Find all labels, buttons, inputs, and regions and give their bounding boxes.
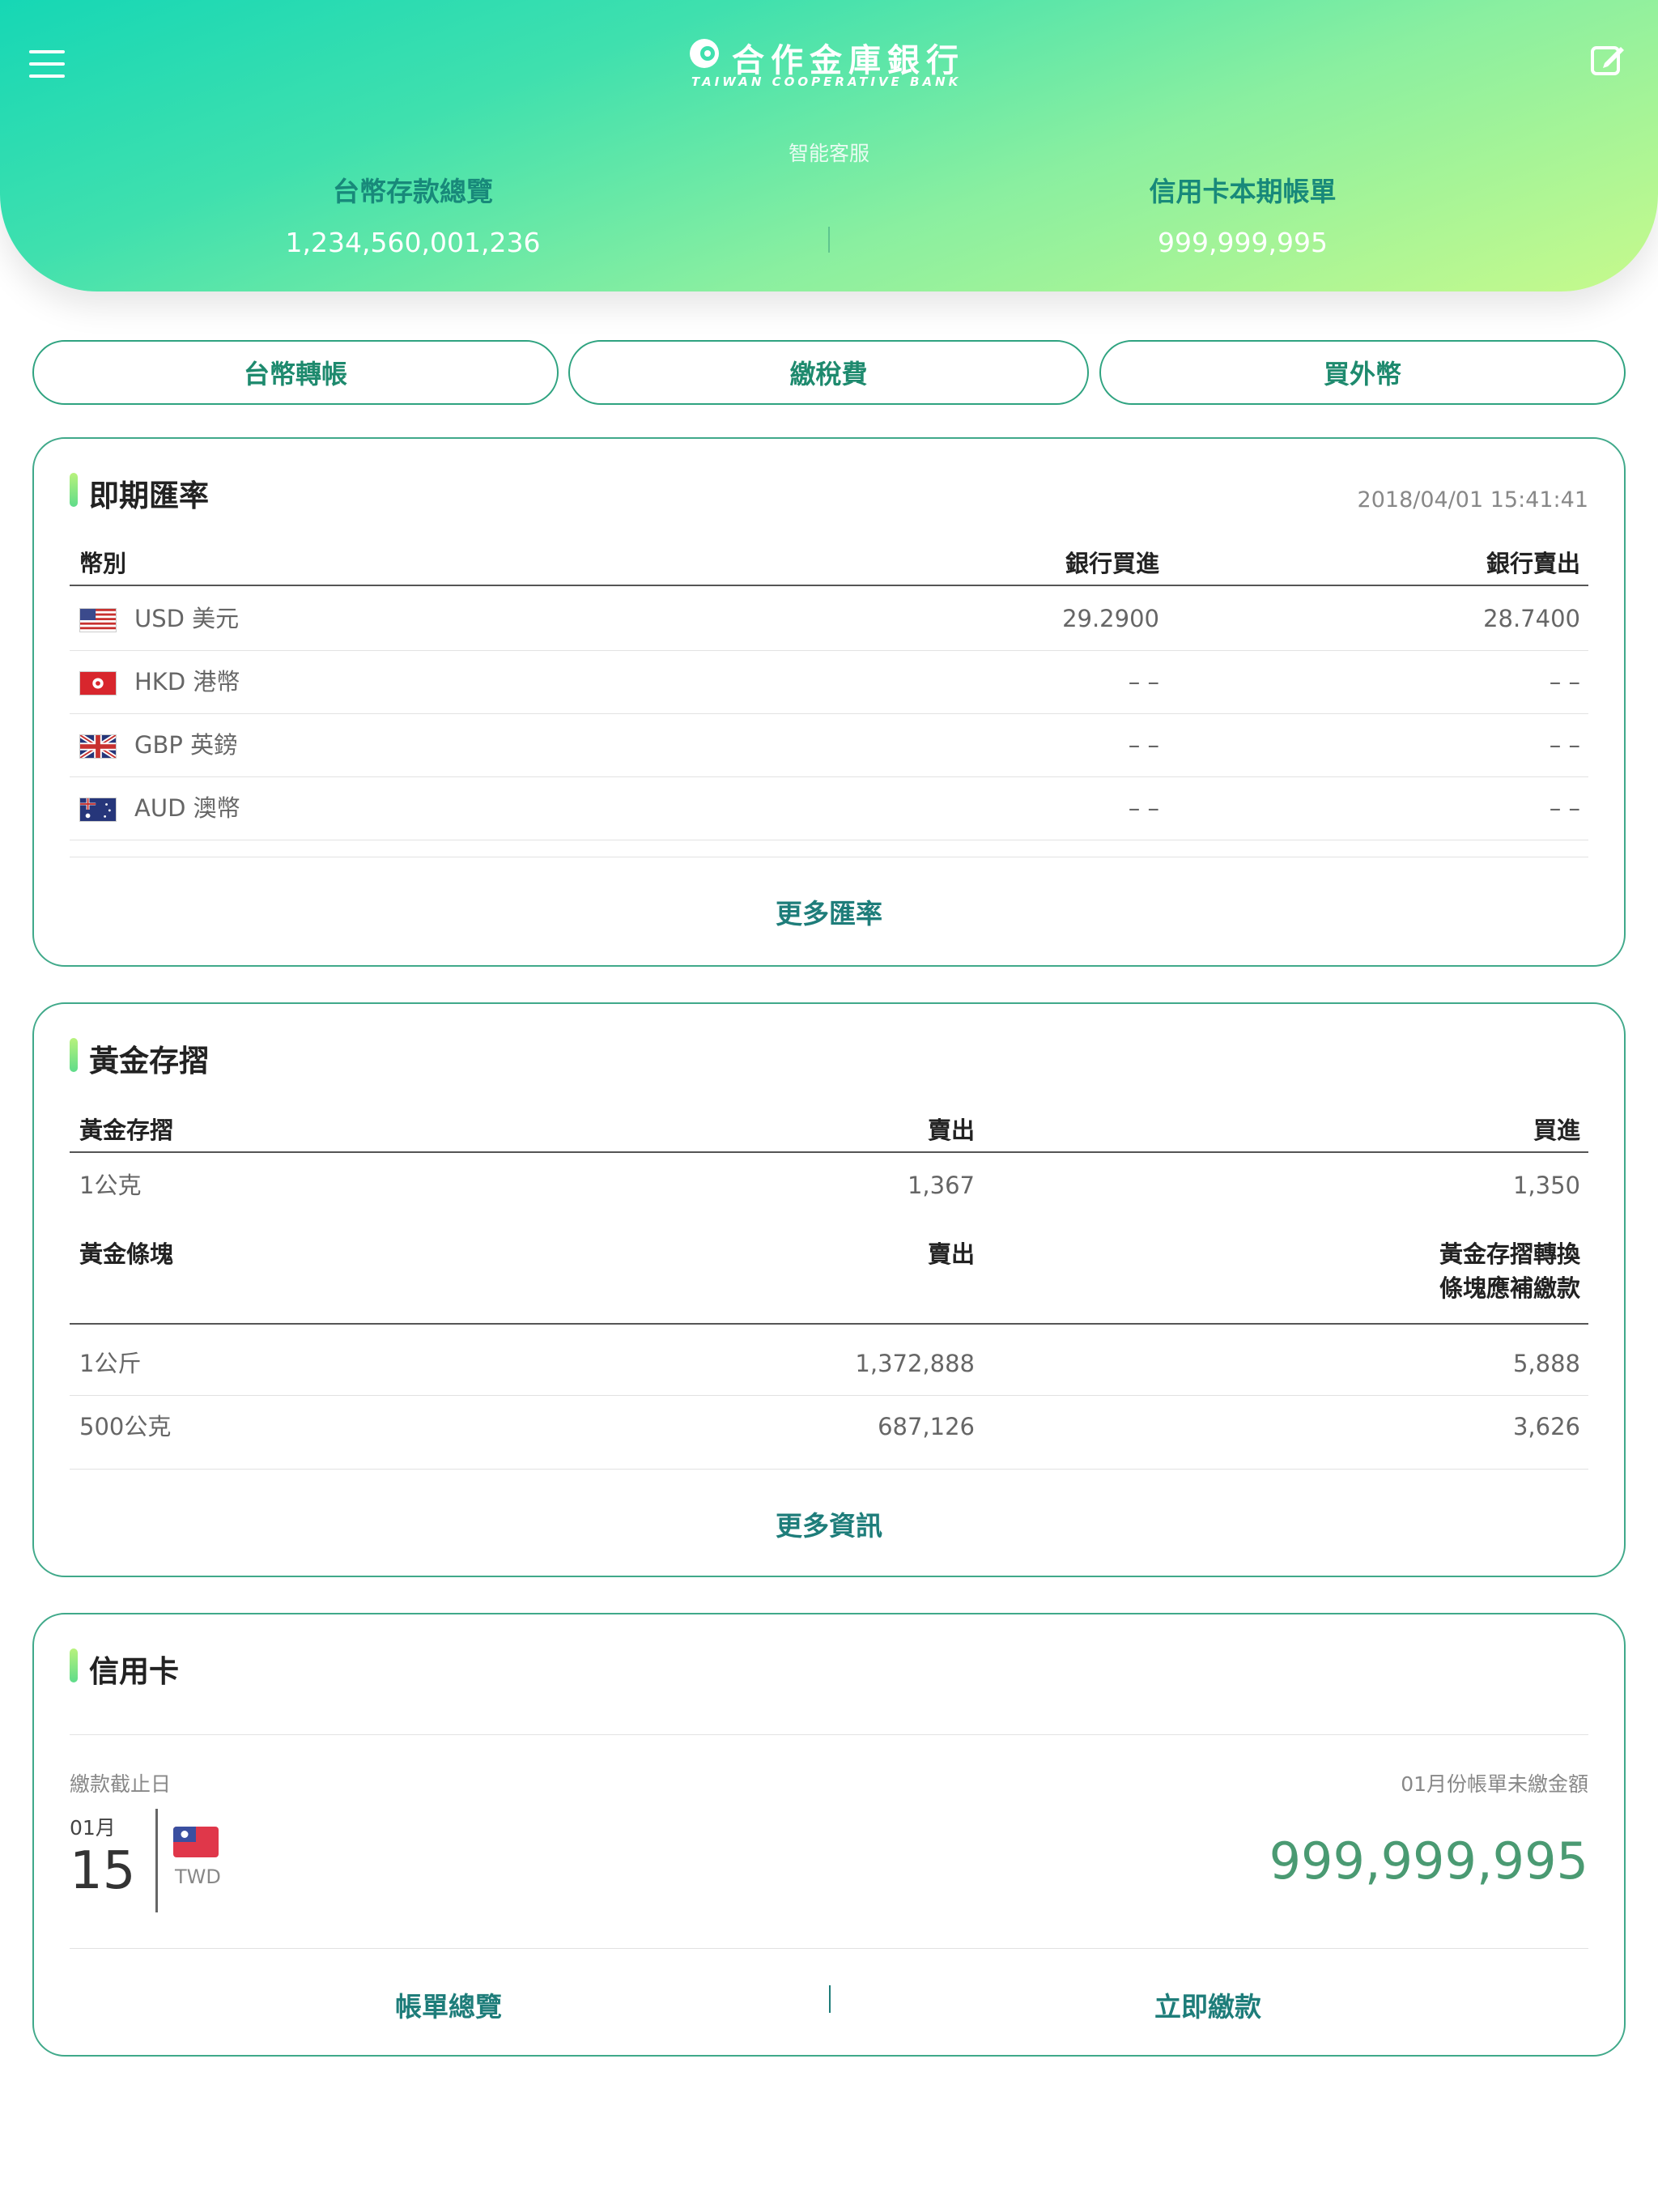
credit-bill-value: 999,999,995 — [1158, 227, 1328, 258]
divider — [70, 1469, 1588, 1470]
credit-card-title: 信用卡 — [70, 1647, 179, 1691]
table-row[interactable]: AUD 澳幣 – – – – — [70, 777, 1588, 840]
bank-buy-column-header: 銀行買進 — [1065, 550, 1159, 577]
table-row[interactable]: GBP 英鎊 – – – – — [70, 714, 1588, 777]
gold-unit: 1公克 — [79, 1172, 142, 1199]
table-row[interactable]: HKD 港幣 – – – – — [70, 651, 1588, 714]
date-divider — [155, 1809, 158, 1912]
exchange-rate-card: 即期匯率 2018/04/01 15:41:41 幣別 銀行買進 銀行賣出 US… — [32, 437, 1626, 967]
divider — [70, 1734, 1588, 1735]
gold-conversion-column-header-line2: 條塊應補繳款 — [1439, 1274, 1580, 1302]
currency-name: GBP 英鎊 — [134, 731, 238, 759]
more-gold-info-link[interactable]: 更多資訊 — [34, 1504, 1624, 1543]
gold-bar-extra-payment: 3,626 — [1512, 1413, 1580, 1440]
table-row[interactable]: USD 美元 29.2900 28.7400 — [70, 588, 1588, 651]
bill-overview-link[interactable]: 帳單總覽 — [395, 1985, 502, 2024]
table-row[interactable]: 1公克 1,367 1,350 — [70, 1155, 1588, 1218]
gold-bar-sell-column-header: 賣出 — [927, 1240, 975, 1268]
unpaid-amount: 999,999,995 — [1269, 1831, 1588, 1891]
credit-card-card: 信用卡 繳款截止日 01月份帳單未繳金額 01月 15 TWD 999,999,… — [32, 1613, 1626, 2057]
tw-flag-icon — [173, 1827, 219, 1857]
exchange-rate-title: 即期匯率 — [70, 471, 209, 515]
bank-buy-rate: – – — [1128, 731, 1159, 759]
buy-foreign-currency-button[interactable]: 買外幣 — [1099, 340, 1626, 405]
au-flag-icon — [79, 798, 117, 822]
exchange-table-header: 幣別 銀行買進 銀行賣出 — [70, 541, 1588, 586]
twd-transfer-button[interactable]: 台幣轉帳 — [32, 340, 559, 405]
bank-sell-rate: – – — [1549, 731, 1580, 759]
header-divider — [828, 227, 830, 253]
bank-sell-column-header: 銀行賣出 — [1486, 550, 1580, 577]
due-day: 15 — [70, 1841, 136, 1901]
bank-logo: 合作金庫銀行 TAIWAN COOPERATIVE BANK — [688, 34, 971, 92]
gold-bar-column-header: 黃金條塊 — [79, 1240, 174, 1268]
bank-buy-rate: – – — [1128, 794, 1159, 822]
due-month: 01月 — [70, 1816, 116, 1840]
us-flag-icon — [79, 608, 117, 632]
more-exchange-rates-link[interactable]: 更多匯率 — [34, 892, 1624, 931]
unpaid-amount-label: 01月份帳單未繳金額 — [1401, 1772, 1588, 1796]
gold-passbook-card: 黃金存摺 黃金存摺 賣出 買進 1公克 1,367 1,350 黃金條塊 賣出 … — [32, 1002, 1626, 1577]
bank-logo-mark-icon — [690, 39, 719, 68]
link-divider — [829, 1985, 831, 2013]
hamburger-menu-icon[interactable] — [29, 50, 65, 78]
bank-name-en: TAIWAN COOPERATIVE BANK — [691, 74, 962, 89]
gold-sell-price: 1,367 — [907, 1172, 975, 1199]
bank-buy-rate: 29.2900 — [1062, 605, 1159, 632]
bank-buy-rate: – – — [1128, 668, 1159, 696]
currency-code: TWD — [175, 1865, 221, 1888]
bank-sell-rate: 28.7400 — [1483, 605, 1580, 632]
pay-now-link[interactable]: 立即繳款 — [1154, 1985, 1261, 2024]
currency-name: USD 美元 — [134, 605, 240, 632]
table-row[interactable]: 500公克 687,126 3,626 — [70, 1396, 1588, 1459]
gold-bar-sell-price: 1,372,888 — [855, 1350, 975, 1377]
currency-name: AUD 澳幣 — [134, 794, 240, 822]
gold-bar-sell-price: 687,126 — [878, 1413, 975, 1440]
credit-bill-summary[interactable]: 信用卡本期帳單 999,999,995 — [959, 170, 1526, 258]
uk-flag-icon — [79, 734, 117, 759]
gold-bar-unit: 1公斤 — [79, 1350, 142, 1377]
gold-bar-table-header: 黃金條塊 賣出 黃金存摺轉換 條塊應補繳款 — [70, 1237, 1588, 1325]
divider — [70, 1948, 1588, 1949]
gold-sell-column-header: 賣出 — [927, 1117, 975, 1144]
currency-column-header: 幣別 — [79, 550, 127, 577]
deposit-summary[interactable]: 台幣存款總覽 1,234,560,001,236 — [130, 170, 696, 258]
gold-buy-column-header: 買進 — [1533, 1117, 1580, 1144]
table-row[interactable]: 1公斤 1,372,888 5,888 — [70, 1333, 1588, 1396]
due-date-label: 繳款截止日 — [70, 1772, 172, 1796]
gold-buy-price: 1,350 — [1512, 1172, 1580, 1199]
currency-name: HKD 港幣 — [134, 668, 240, 696]
exchange-rate-timestamp: 2018/04/01 15:41:41 — [1357, 487, 1588, 513]
gold-conversion-column-header-line1: 黃金存摺轉換 — [1439, 1240, 1580, 1268]
tax-payment-button[interactable]: 繳稅費 — [568, 340, 1089, 405]
smart-service-link[interactable]: 智能客服 — [0, 138, 1658, 167]
hk-flag-icon — [79, 671, 117, 696]
gold-bar-extra-payment: 5,888 — [1512, 1350, 1580, 1377]
deposit-summary-value: 1,234,560,001,236 — [285, 227, 541, 258]
credit-bill-label: 信用卡本期帳單 — [1149, 176, 1337, 207]
gold-passbook-table-header: 黃金存摺 賣出 買進 — [70, 1108, 1588, 1153]
bank-sell-rate: – – — [1549, 668, 1580, 696]
gold-passbook-column-header: 黃金存摺 — [79, 1117, 174, 1144]
bank-sell-rate: – – — [1549, 794, 1580, 822]
header-banner: 合作金庫銀行 TAIWAN COOPERATIVE BANK 智能客服 台幣存款… — [0, 0, 1658, 291]
deposit-summary-label: 台幣存款總覽 — [333, 176, 493, 207]
edit-icon[interactable] — [1590, 42, 1626, 78]
gold-passbook-title: 黃金存摺 — [70, 1036, 209, 1080]
gold-bar-unit: 500公克 — [79, 1413, 172, 1440]
